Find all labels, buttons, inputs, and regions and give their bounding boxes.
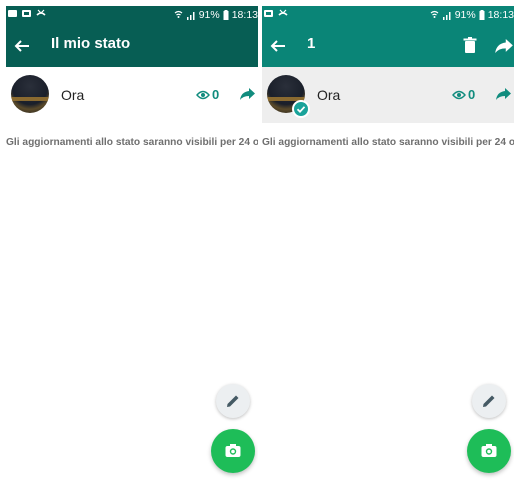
share-icon[interactable]: [495, 87, 512, 101]
pencil-icon: [227, 395, 239, 407]
battery-icon: [479, 10, 485, 20]
phone-screen-right: 91% 18:13 1 Ora 0 Gli aggiornamenti allo…: [262, 0, 514, 490]
clock: 18:13: [487, 9, 514, 21]
status-info-text: Gli aggiornamenti allo stato saranno vis…: [6, 137, 258, 148]
battery-icon: [223, 10, 229, 20]
signal-icon: [442, 12, 451, 20]
pencil-icon: [483, 395, 495, 407]
missed-call-icon: [36, 9, 46, 16]
camera-icon: [225, 444, 241, 457]
text-status-button[interactable]: [216, 384, 250, 418]
status-time-label: Ora: [61, 87, 85, 103]
text-status-button[interactable]: [472, 384, 506, 418]
status-thumbnail: [11, 75, 49, 113]
battery-percent: 91%: [198, 9, 220, 21]
status-info-text: Gli aggiornamenti allo stato saranno vis…: [262, 137, 514, 148]
app-bar: Il mio stato: [6, 24, 258, 67]
views-count: 0: [468, 87, 476, 102]
missed-call-icon: [278, 9, 288, 16]
selected-check-badge: [292, 100, 310, 118]
back-arrow-icon[interactable]: [269, 37, 287, 55]
selection-app-bar: 1: [262, 24, 514, 67]
eye-icon: [452, 90, 466, 99]
phone-screen-left: 91% 18:13 Il mio stato Ora 0 Gli aggiorn…: [6, 0, 258, 490]
selected-count: 1: [307, 35, 316, 52]
share-icon[interactable]: [239, 87, 256, 101]
status-list-item-selected[interactable]: Ora 0: [262, 67, 514, 123]
clock: 18:13: [231, 9, 258, 21]
back-arrow-icon[interactable]: [13, 37, 31, 55]
wifi-icon: [430, 10, 439, 18]
status-list-item[interactable]: Ora 0: [6, 67, 258, 123]
signal-icon: [186, 12, 195, 20]
share-icon[interactable]: [494, 37, 514, 55]
eye-icon: [196, 90, 210, 99]
camera-icon: [481, 444, 497, 457]
camera-status-button[interactable]: [211, 429, 255, 473]
trash-icon[interactable]: [461, 36, 479, 54]
views-counter[interactable]: 0: [196, 87, 219, 102]
camera-status-button[interactable]: [467, 429, 511, 473]
status-time-label: Ora: [317, 87, 341, 103]
status-bar: 91% 18:13: [6, 6, 258, 24]
views-counter[interactable]: 0: [452, 87, 475, 102]
check-icon: [296, 106, 306, 114]
gallery-icon: [264, 10, 273, 17]
gallery-icon: [22, 10, 31, 17]
status-bar: 91% 18:13: [262, 6, 514, 24]
battery-percent: 91%: [454, 9, 476, 21]
views-count: 0: [212, 87, 220, 102]
wifi-icon: [174, 10, 183, 18]
notification-icon: [8, 10, 17, 17]
page-title: Il mio stato: [51, 35, 131, 52]
